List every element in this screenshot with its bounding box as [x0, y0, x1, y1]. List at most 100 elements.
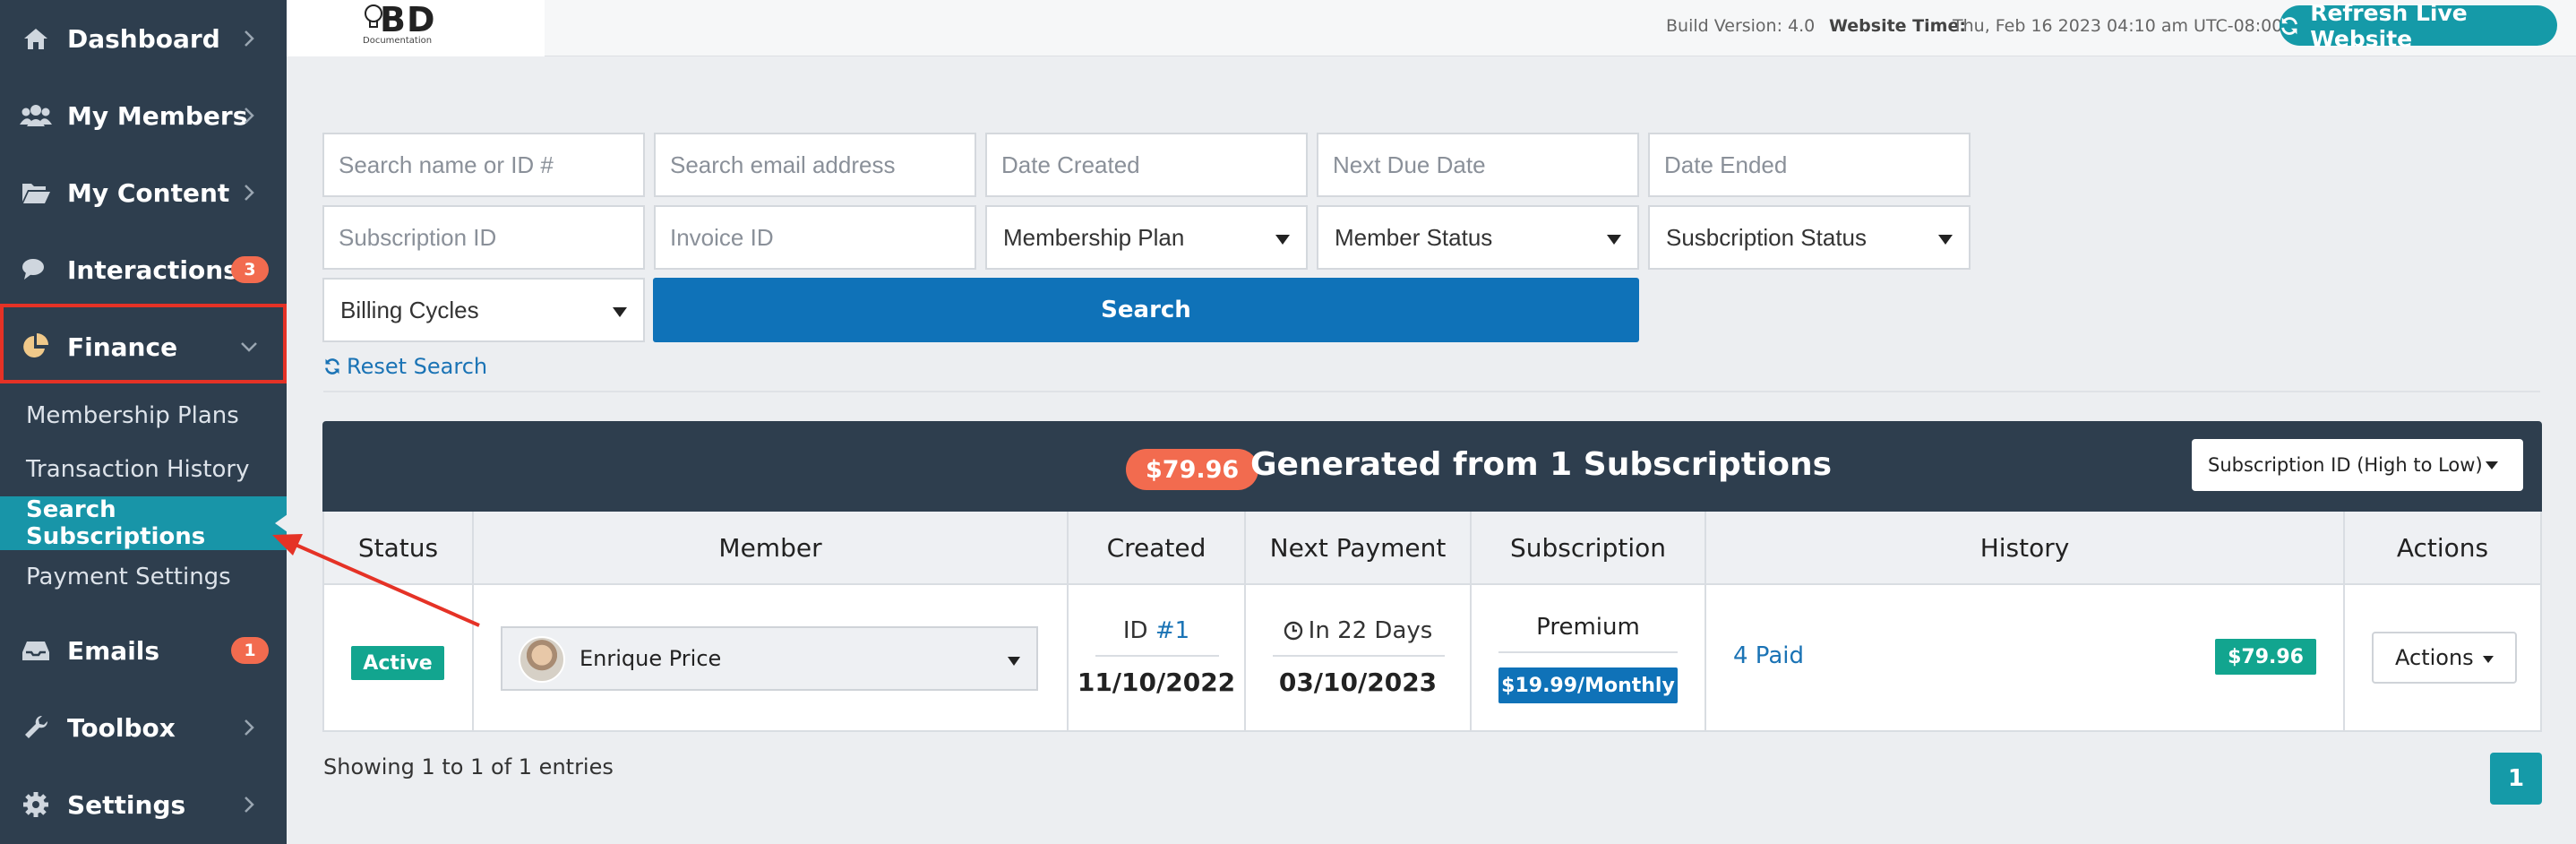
- billing-cycles-value: Billing Cycles: [340, 296, 479, 323]
- divider: [1095, 655, 1219, 657]
- website-time-label: Website Time:: [1829, 16, 1966, 36]
- cell-history: 4 Paid $79.96: [1706, 585, 2345, 730]
- history-amount-badge: $79.96: [2215, 639, 2316, 675]
- member-dropdown[interactable]: Enrique Price: [501, 626, 1038, 691]
- website-time-value: Thu, Feb 16 2023 04:10 am UTC-08:00: [1953, 16, 2283, 36]
- status-badge: Active: [351, 646, 444, 680]
- column-header-history[interactable]: History: [1706, 512, 2345, 583]
- refresh-live-website-button[interactable]: Refresh Live Website: [2280, 0, 2557, 52]
- sidebar-subitem-transaction-history[interactable]: Transaction History: [0, 443, 287, 496]
- refresh-icon: [2281, 16, 2297, 35]
- folder-open-icon: [20, 177, 52, 209]
- sidebar-item-dashboard[interactable]: Dashboard: [0, 0, 287, 77]
- caret-down-icon: [2483, 656, 2494, 663]
- notification-badge: 3: [231, 256, 269, 283]
- caret-down-icon: [1008, 657, 1020, 666]
- actions-dropdown-button[interactable]: Actions: [2372, 632, 2517, 684]
- wrench-icon: [20, 711, 52, 744]
- refresh-label: Refresh Live Website: [2310, 0, 2468, 52]
- table-row: Active Enrique Price ID #1 11/10/2022 In…: [322, 585, 2542, 732]
- sort-dropdown[interactable]: Subscription ID (High to Low): [2192, 439, 2523, 491]
- summary-header: $79.96 Generated from 1 Subscriptions Su…: [322, 421, 2542, 512]
- reset-search-label: Reset Search: [347, 354, 488, 379]
- table-header: Status Member Created Next Payment Subsc…: [322, 512, 2542, 585]
- plan-name: Premium: [1536, 614, 1640, 641]
- subscription-status-select[interactable]: Susbcription Status: [1648, 205, 1971, 270]
- sidebar-item-my-content[interactable]: My Content: [0, 154, 287, 231]
- pagination-page-1[interactable]: 1: [2490, 753, 2542, 805]
- sidebar-item-label: Settings: [67, 789, 186, 820]
- date-created-input[interactable]: Date Created: [985, 133, 1308, 197]
- logo[interactable]: BD Documentation: [287, 0, 545, 56]
- sidebar-item-toolbox[interactable]: Toolbox: [0, 689, 287, 766]
- sidebar-subitem-membership-plans[interactable]: Membership Plans: [0, 389, 287, 443]
- column-header-member[interactable]: Member: [474, 512, 1069, 583]
- chevron-right-icon: [240, 719, 258, 736]
- sidebar-item-emails[interactable]: Emails 1: [0, 612, 287, 689]
- column-header-subscription[interactable]: Subscription: [1472, 512, 1706, 583]
- chevron-right-icon: [240, 107, 258, 125]
- membership-plan-value: Membership Plan: [1003, 223, 1185, 251]
- sidebar-item-settings[interactable]: Settings: [0, 766, 287, 843]
- divider: [323, 391, 2540, 392]
- cell-subscription: Premium $19.99/Monthly: [1472, 585, 1706, 730]
- caret-down-icon: [1607, 235, 1621, 245]
- caret-down-icon: [1275, 235, 1290, 245]
- column-header-actions: Actions: [2396, 532, 2489, 563]
- billing-cycles-select[interactable]: Billing Cycles: [322, 278, 645, 342]
- reset-search-link[interactable]: Reset Search: [323, 354, 487, 379]
- subscription-id-input[interactable]: Subscription ID: [322, 205, 645, 270]
- sidebar: Dashboard My Members My Content Interact…: [0, 0, 288, 844]
- sidebar-subitem-search-subscriptions[interactable]: Search Subscriptions: [0, 496, 288, 550]
- build-version: Build Version: 4.0: [1666, 16, 1816, 36]
- member-status-select[interactable]: Member Status: [1317, 205, 1639, 270]
- sidebar-subitem-payment-settings[interactable]: Payment Settings: [0, 550, 287, 604]
- gear-icon: [20, 788, 52, 821]
- subscription-status-value: Susbcription Status: [1666, 223, 1868, 251]
- chevron-right-icon: [240, 30, 258, 47]
- cell-next-payment: In 22 Days 03/10/2023: [1246, 585, 1472, 730]
- clock-icon: [1284, 621, 1302, 641]
- sidebar-item-label: Dashboard: [67, 23, 220, 54]
- chevron-right-icon: [240, 796, 258, 814]
- column-header-created[interactable]: Created: [1069, 512, 1246, 583]
- cell-created: ID #1 11/10/2022: [1069, 585, 1246, 730]
- logo-subtext: Documentation: [363, 36, 433, 46]
- next-due-date-input[interactable]: Next Due Date: [1317, 133, 1639, 197]
- refresh-icon: [325, 358, 339, 375]
- actions-label: Actions: [2395, 645, 2474, 670]
- cell-status: Active: [324, 585, 474, 730]
- search-button[interactable]: Search: [653, 278, 1639, 342]
- caret-down-icon: [613, 307, 627, 317]
- chevron-right-icon: [240, 184, 258, 202]
- column-header-next-payment[interactable]: Next Payment: [1246, 512, 1472, 583]
- subscription-id-link[interactable]: #1: [1155, 617, 1189, 644]
- column-header-status[interactable]: Status: [324, 512, 474, 583]
- sidebar-item-label: Interactions: [67, 254, 238, 285]
- date-ended-input[interactable]: Date Ended: [1648, 133, 1971, 197]
- sidebar-item-label: Toolbox: [67, 712, 176, 743]
- next-payment-relative: In 22 Days: [1246, 617, 1470, 644]
- member-status-value: Member Status: [1335, 223, 1493, 251]
- search-email-input[interactable]: Search email address: [654, 133, 976, 197]
- invoice-id-input[interactable]: Invoice ID: [654, 205, 976, 270]
- caret-down-icon: [2486, 461, 2498, 469]
- divider: [1498, 651, 1678, 653]
- home-icon: [20, 22, 52, 55]
- sidebar-item-interactions[interactable]: Interactions 3: [0, 231, 287, 308]
- member-name: Enrique Price: [580, 646, 722, 671]
- next-payment-in: In 22 Days: [1308, 617, 1433, 644]
- users-icon: [20, 99, 52, 132]
- sidebar-item-label: My Content: [67, 177, 230, 208]
- membership-plan-select[interactable]: Membership Plan: [985, 205, 1308, 270]
- summary-title: Generated from 1 Subscriptions: [1250, 446, 1833, 483]
- inbox-icon: [20, 634, 52, 667]
- next-payment-date: 03/10/2023: [1278, 667, 1438, 697]
- plan-price-badge: $19.99/Monthly: [1498, 667, 1678, 703]
- top-bar: BD Documentation Build Version: 4.0 Webs…: [287, 0, 2576, 56]
- id-prefix: ID: [1122, 617, 1155, 644]
- sidebar-item-my-members[interactable]: My Members: [0, 77, 287, 154]
- history-paid-link[interactable]: 4 Paid: [1733, 642, 1804, 669]
- search-name-input[interactable]: Search name or ID #: [322, 133, 645, 197]
- entries-info: Showing 1 to 1 of 1 entries: [323, 754, 614, 779]
